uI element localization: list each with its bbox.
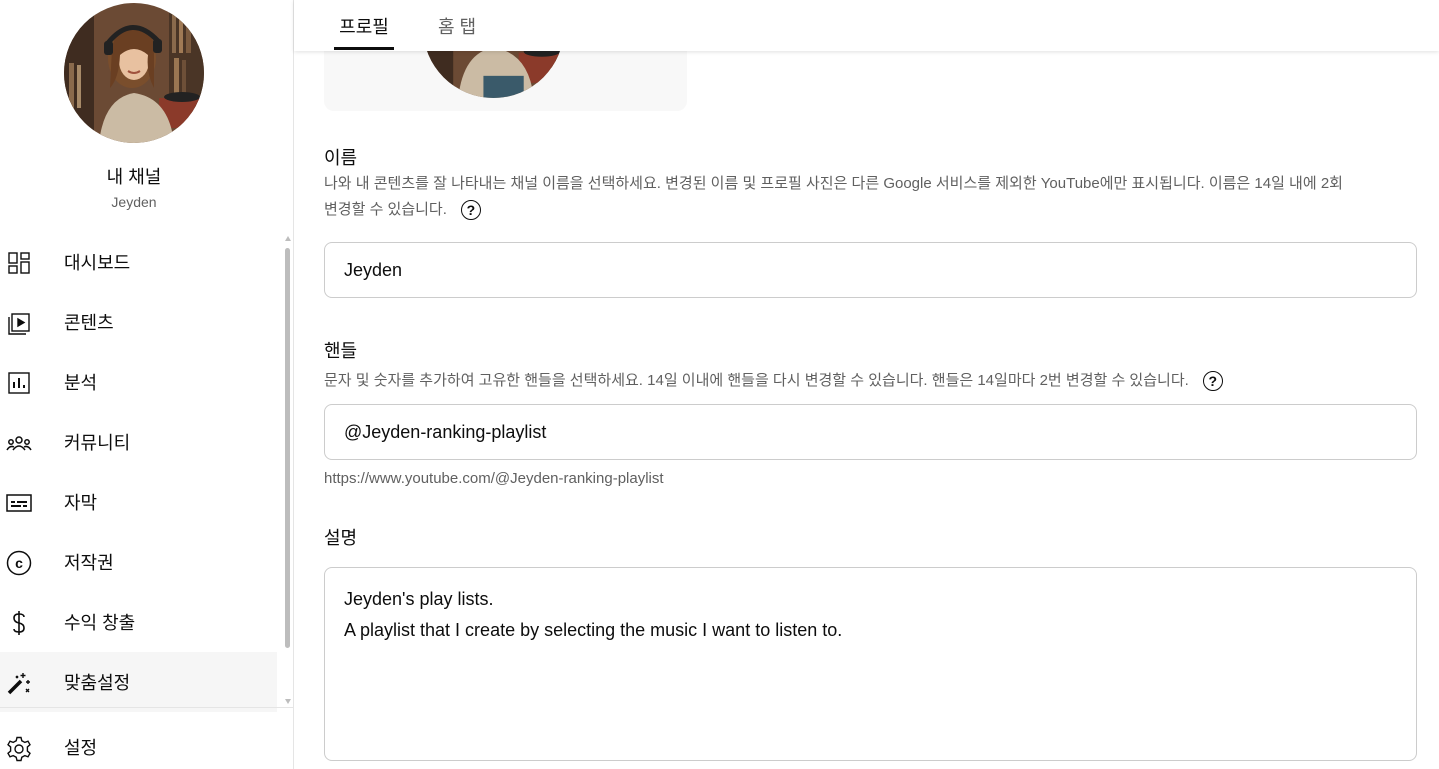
- analytics-icon: [6, 370, 32, 396]
- sidebar-item-analytics[interactable]: 분석: [0, 352, 277, 412]
- sidebar-item-copyright[interactable]: c 저작권: [0, 532, 277, 592]
- sidebar-item-community[interactable]: 커뮤니티: [0, 412, 277, 472]
- sidebar-item-subtitles[interactable]: 자막: [0, 472, 277, 532]
- sidebar-item-label: 저작권: [64, 553, 114, 573]
- handle-input[interactable]: [324, 404, 1417, 460]
- tabs-header: 프로필 홈 탭: [294, 0, 1439, 51]
- sidebar-divider: [0, 707, 293, 708]
- sidebar-item-label: 대시보드: [64, 253, 131, 273]
- sidebar-item-label: 맞춤설정: [64, 673, 131, 693]
- name-desc-line2-wrap: 변경할 수 있습니다.?: [324, 197, 1419, 223]
- name-desc-line1: 나와 내 콘텐츠를 잘 나타내는 채널 이름을 선택하세요. 변경된 이름 및 …: [324, 175, 1343, 192]
- description-textarea[interactable]: Jeyden's play lists. A playlist that I c…: [324, 567, 1417, 761]
- sidebar-item-content[interactable]: 콘텐츠: [0, 292, 277, 352]
- sidebar-item-label: 콘텐츠: [64, 313, 114, 333]
- active-tab-indicator: [334, 47, 394, 50]
- help-icon[interactable]: ?: [460, 200, 481, 221]
- channel-name: Jeyden: [111, 194, 157, 210]
- gear-icon: [6, 736, 32, 762]
- sidebar-item-label: 수익 창출: [64, 613, 136, 633]
- copyright-icon: c: [6, 550, 32, 576]
- sidebar-nav: 대시보드 콘텐츠 분석 커뮤니티 자막 c 저작권 수익 창출 맞춤설정: [0, 232, 280, 712]
- channel-name-input[interactable]: [324, 242, 1417, 298]
- channel-title: 내 채널: [106, 167, 162, 187]
- description-section-title: 설명: [324, 528, 358, 548]
- subtitles-icon: [6, 490, 32, 516]
- sidebar-item-dashboard[interactable]: 대시보드: [0, 232, 277, 292]
- scroll-thumb[interactable]: [285, 248, 290, 648]
- sidebar-item-label: 자막: [64, 493, 98, 513]
- handle-desc-text: 문자 및 숫자를 추가하여 고유한 핸들을 선택하세요. 14일 이내에 핸들을…: [324, 372, 1189, 389]
- handle-section-description: 문자 및 숫자를 추가하여 고유한 핸들을 선택하세요. 14일 이내에 핸들을…: [324, 368, 1419, 394]
- content-icon: [6, 310, 32, 336]
- name-section-description: 나와 내 콘텐츠를 잘 나타내는 채널 이름을 선택하세요. 변경된 이름 및 …: [324, 171, 1419, 223]
- avatar-image: [64, 3, 204, 143]
- customization-icon: [6, 670, 32, 696]
- tab-profile[interactable]: 프로필: [334, 0, 394, 51]
- sidebar-item-customization[interactable]: 맞춤설정: [0, 652, 277, 712]
- channel-avatar[interactable]: [64, 3, 204, 143]
- help-icon[interactable]: ?: [1202, 371, 1223, 392]
- sidebar-item-label: 분석: [64, 373, 98, 393]
- svg-text:c: c: [15, 555, 23, 571]
- community-icon: [6, 430, 32, 456]
- sidebar-item-label: 설정: [64, 738, 98, 758]
- name-desc-line2: 변경할 수 있습니다.: [324, 201, 447, 218]
- name-section-title: 이름: [324, 148, 358, 168]
- handle-url: https://www.youtube.com/@Jeyden-ranking-…: [324, 470, 664, 487]
- scroll-up-arrow[interactable]: [285, 236, 291, 241]
- tab-home[interactable]: 홈 탭: [416, 0, 498, 51]
- monetization-icon: [6, 610, 32, 636]
- sidebar: 내 채널 Jeyden 대시보드 콘텐츠 분석 커뮤니티 자막 c 저작권 수익…: [0, 0, 294, 769]
- scroll-down-arrow[interactable]: [285, 699, 291, 704]
- sidebar-scrollbar[interactable]: [284, 236, 292, 706]
- customization-main: 이름 나와 내 콘텐츠를 잘 나타내는 채널 이름을 선택하세요. 변경된 이름…: [294, 0, 1439, 769]
- sidebar-item-settings[interactable]: 설정: [0, 718, 277, 769]
- sidebar-item-label: 커뮤니티: [64, 433, 131, 453]
- dashboard-icon: [6, 250, 32, 276]
- handle-section-title: 핸들: [324, 341, 358, 361]
- sidebar-item-monetization[interactable]: 수익 창출: [0, 592, 277, 652]
